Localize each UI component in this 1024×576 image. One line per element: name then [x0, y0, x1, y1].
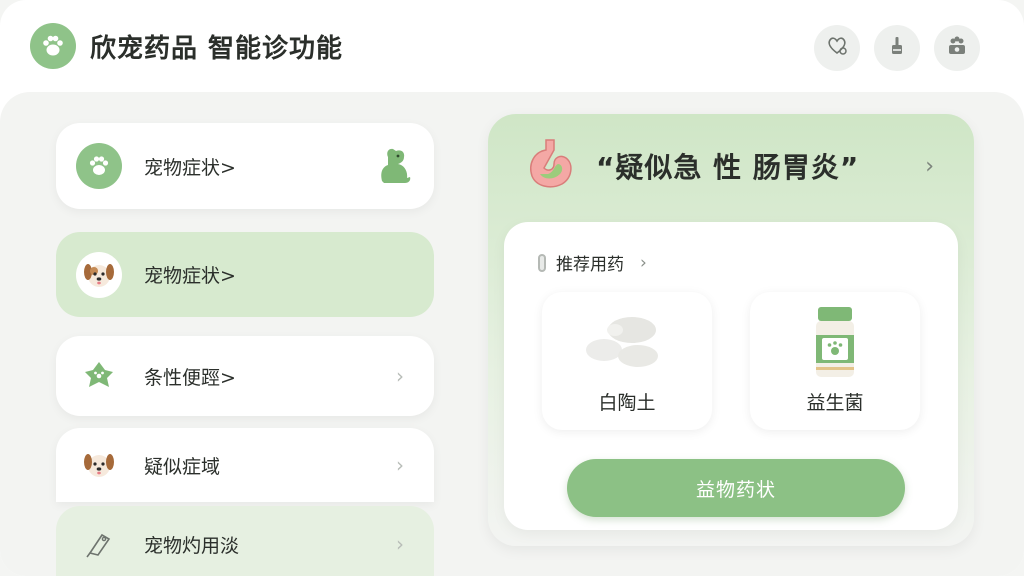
- chevron-right-icon: ›: [396, 453, 404, 477]
- dog-face-icon: [76, 251, 122, 298]
- diagnosis-header[interactable]: “疑似急 性 肠胃炎”: [524, 136, 859, 196]
- medicine-name: 白陶土: [598, 392, 656, 414]
- sidebar-item-label: 宠物症状>: [144, 156, 236, 179]
- sidebar-item-pet-symptoms[interactable]: 宠物症状>: [56, 123, 434, 209]
- main-area: 宠物症状> 宠物症状> 条性便踁> › 疑似症域 › 宠物灼用淡 › “疑似急 …: [0, 92, 1024, 576]
- clean-icon: [885, 34, 909, 62]
- pet-health-icon: [824, 33, 850, 63]
- chevron-right-icon: ›: [396, 364, 404, 388]
- bottle-icon: [750, 306, 920, 380]
- sidebar-item-label: 条性便踁>: [144, 366, 236, 389]
- header: 欣宠药品 智能诊功能: [0, 0, 1024, 92]
- clean-button[interactable]: [874, 25, 920, 71]
- chevron-right-icon: ›: [640, 252, 647, 273]
- dog-face-icon: [76, 442, 122, 488]
- medicine-card-probiotic[interactable]: 益生菌: [750, 292, 920, 430]
- dog-mascot-icon: [374, 143, 416, 191]
- logo-paw-icon: [30, 23, 76, 69]
- pet-house-button[interactable]: [934, 25, 980, 71]
- sidebar-item-label: 宠物灼用淡: [144, 534, 240, 557]
- medicine-name: 益生菌: [806, 392, 864, 414]
- sidebar-item-condition[interactable]: 条性便踁> ›: [56, 336, 434, 416]
- sidebar-item-label: 疑似症域: [144, 455, 221, 478]
- stomach-icon: [524, 136, 578, 196]
- sidebar-item-pet-symptoms-active[interactable]: 宠物症状>: [56, 232, 434, 317]
- sidebar-item-label: 宠物症状>: [144, 265, 236, 287]
- app-window: 欣宠药品 智能诊功能 宠物症状> 宠物症状> 条性便踁> › 疑似症域 › 宠物…: [0, 0, 1024, 576]
- recommend-header[interactable]: 推荐用药 ›: [538, 250, 647, 275]
- recommend-title: 推荐用药: [556, 255, 624, 275]
- pet-house-icon: [944, 33, 970, 63]
- pills-icon: [542, 306, 712, 380]
- pill-icon: [538, 253, 546, 272]
- medicine-action-button[interactable]: 益物药状: [567, 459, 905, 517]
- sidebar-item-suspected[interactable]: 疑似症域 ›: [56, 428, 434, 502]
- tag-icon: [76, 521, 122, 567]
- pet-health-button[interactable]: [814, 25, 860, 71]
- medicine-card-kaolin[interactable]: 白陶土: [542, 292, 712, 430]
- recommend-card: 推荐用药 › 白陶土 益生菌 益物药状: [504, 222, 958, 530]
- header-actions: [814, 25, 980, 71]
- app-title: 欣宠药品 智能诊功能: [90, 33, 344, 64]
- diagnosis-panel: “疑似急 性 肠胃炎” › 推荐用药 › 白陶土 益生菌 益物药状: [488, 114, 974, 546]
- sidebar-item-medication[interactable]: 宠物灼用淡 ›: [56, 506, 434, 576]
- heart-paw-icon: [76, 353, 122, 399]
- chevron-right-icon: ›: [396, 532, 404, 556]
- paw-icon: [76, 143, 122, 189]
- chevron-right-icon[interactable]: ›: [925, 154, 934, 179]
- diagnosis-title: “疑似急 性 肠胃炎”: [596, 151, 860, 184]
